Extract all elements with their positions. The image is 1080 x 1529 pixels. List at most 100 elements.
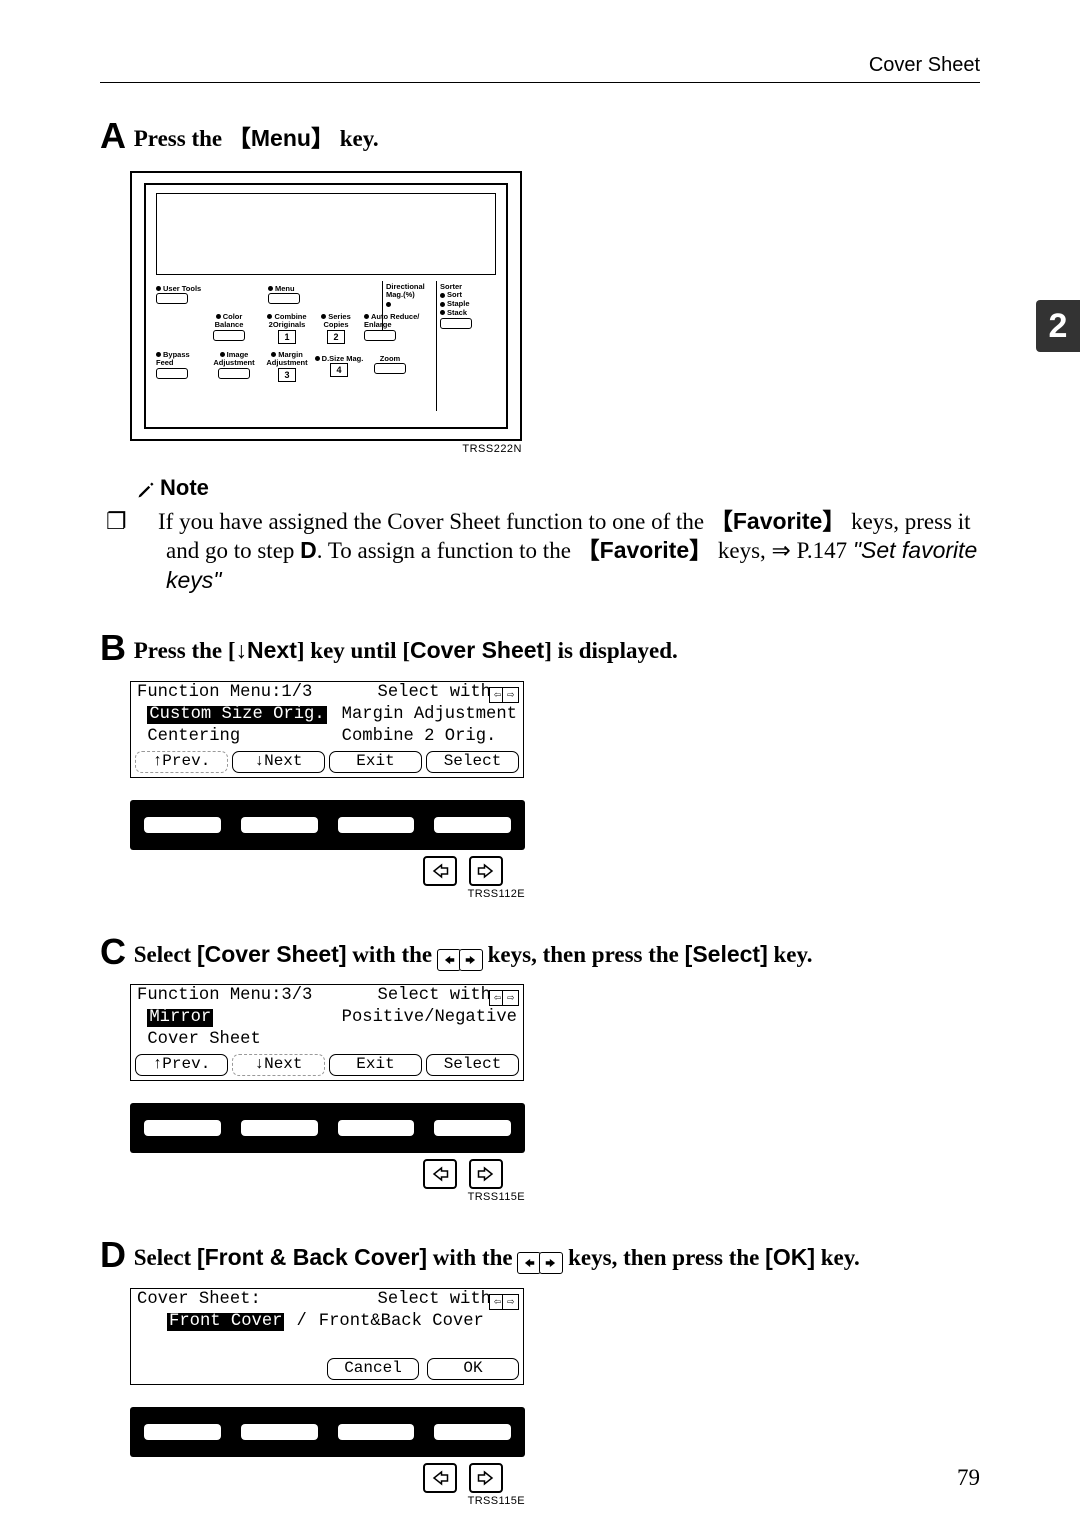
image-adj-button[interactable] xyxy=(218,368,250,379)
cover-sheet-bracket-label: [Cover Sheet] xyxy=(197,941,347,967)
lcd-b-select-soft[interactable]: Select xyxy=(426,751,519,773)
bypass-feed-button[interactable] xyxy=(156,368,188,379)
lcd-display-c: Function Menu:3/3 Select with⇦⇨ Mirror P… xyxy=(130,984,524,1081)
note-t4: keys, ⇒ P.147 xyxy=(712,538,853,563)
step-d: D Select [Front & Back Cover] with the k… xyxy=(100,1231,980,1507)
lcd-b-title-right: Select with⇦⇨ xyxy=(378,682,517,705)
favorite-key-label: Favorite xyxy=(733,508,822,534)
hard-button[interactable] xyxy=(144,817,221,833)
lcd-c-title-right: Select with⇦⇨ xyxy=(378,985,517,1008)
lcd-d-sep: / xyxy=(296,1311,306,1334)
hard-button[interactable] xyxy=(241,1424,318,1440)
lcd-b-r2-left: Centering xyxy=(147,727,240,746)
series-copies-label: Series Copies xyxy=(321,312,351,330)
hard-button[interactable] xyxy=(338,1424,415,1440)
step-d-mid1: with the xyxy=(427,1245,518,1270)
lcd-b-exit-soft[interactable]: Exit xyxy=(329,751,422,773)
note-step-ref: D xyxy=(300,537,317,563)
hard-button[interactable] xyxy=(241,1120,318,1136)
step-b-letter: B xyxy=(100,624,126,673)
step-b-post: ] is displayed. xyxy=(544,638,678,663)
lcd-d-ok-soft[interactable]: OK xyxy=(427,1358,519,1380)
sort-label: Sort xyxy=(447,290,462,299)
lcd-b-prev-soft[interactable]: ↑Prev. xyxy=(135,751,228,773)
right-arrow-icon xyxy=(459,949,483,971)
menu-button[interactable] xyxy=(268,293,300,304)
step-c-instruction: C Select [Cover Sheet] with the keys, th… xyxy=(100,928,980,977)
left-bracket-icon: 【 xyxy=(710,508,733,534)
zoom-button[interactable] xyxy=(374,363,406,374)
strip-d-code: TRSS115E xyxy=(130,1495,525,1507)
lcd-c-exit-soft[interactable]: Exit xyxy=(329,1054,422,1076)
page-number: 79 xyxy=(957,1465,980,1491)
hard-button[interactable] xyxy=(434,1424,511,1440)
numkey-4[interactable]: 4 xyxy=(330,363,348,377)
dsize-mag-label: D.Size Mag. xyxy=(322,354,364,363)
hard-button[interactable] xyxy=(434,817,511,833)
auto-reduce-enlarge-label: Auto Reduce/ Enlarge xyxy=(364,312,419,330)
color-balance-label: Color Balance xyxy=(215,312,244,330)
right-arrow-button[interactable] xyxy=(469,1463,503,1493)
left-arrow-button[interactable] xyxy=(423,1159,457,1189)
lcd-display-b: Function Menu:1/3 Select with⇦⇨ Custom S… xyxy=(130,681,524,778)
right-arrow-icon xyxy=(539,1252,563,1274)
stack-label: Stack xyxy=(447,308,467,317)
lcd-b-next-soft[interactable]: ↓Next xyxy=(232,751,325,773)
button-strip-c: TRSS115E xyxy=(130,1103,525,1203)
lcd-b-r1-left: Custom Size Orig. xyxy=(147,706,326,724)
user-tools-button[interactable] xyxy=(156,293,188,304)
lcd-c-prev-soft[interactable]: ↑Prev. xyxy=(135,1054,228,1076)
zoom-label: Zoom xyxy=(380,354,400,363)
step-b-pre: Press the [ xyxy=(134,638,236,663)
cover-sheet-key-label: Cover Sheet xyxy=(410,637,544,663)
numkey-2[interactable]: 2 xyxy=(327,330,345,344)
step-b-mid: ] key until [ xyxy=(297,638,410,663)
note-t3: . To assign a function to the xyxy=(317,538,577,563)
right-arrow-icon: ⇨ xyxy=(502,687,519,703)
hard-button[interactable] xyxy=(144,1120,221,1136)
ok-bracket-label: [OK] xyxy=(765,1244,815,1270)
step-b: B Press the [ ↓Next ] key until [Cover She… xyxy=(100,624,980,900)
lcd-b-r1-right: Margin Adjustment xyxy=(342,704,517,727)
staple-label: Staple xyxy=(447,299,470,308)
lcd-c-title-left: Function Menu:3/3 xyxy=(137,985,312,1008)
right-arrow-button[interactable] xyxy=(469,1159,503,1189)
margin-adj-label: Margin Adjustment xyxy=(266,350,307,368)
numkey-1[interactable]: 1 xyxy=(278,330,296,344)
hard-button[interactable] xyxy=(241,817,318,833)
lcd-d-title-left: Cover Sheet: xyxy=(137,1289,261,1312)
note-t1: If you have assigned the Cover Sheet fun… xyxy=(158,509,710,534)
lcd-c-next-soft[interactable]: ↓Next xyxy=(232,1054,325,1076)
hard-button[interactable] xyxy=(144,1424,221,1440)
left-arrow-icon xyxy=(437,949,461,971)
chapter-tab: 2 xyxy=(1036,300,1080,352)
left-arrow-button[interactable] xyxy=(423,856,457,886)
image-adj-label: Image Adjustment xyxy=(213,350,254,368)
step-d-letter: D xyxy=(100,1231,126,1280)
color-balance-button[interactable] xyxy=(213,330,245,341)
auto-reduce-button[interactable] xyxy=(364,330,396,341)
directional-mag-label: Directional Mag.(%) xyxy=(386,282,425,300)
step-d-post: key. xyxy=(815,1245,860,1270)
lcd-c-select-soft[interactable]: Select xyxy=(426,1054,519,1076)
numkey-3[interactable]: 3 xyxy=(278,368,296,382)
right-arrow-button[interactable] xyxy=(469,856,503,886)
next-key-label: Next xyxy=(247,637,297,663)
right-bracket-icon: 】 xyxy=(822,508,845,534)
left-bracket-icon: 【 xyxy=(577,537,600,563)
button-strip-b: TRSS112E xyxy=(130,800,525,900)
step-a-pre: Press the xyxy=(134,126,228,151)
left-arrow-button[interactable] xyxy=(423,1463,457,1493)
sorter-button[interactable] xyxy=(440,318,472,329)
combine-2orig-label: Combine 2Originals xyxy=(267,312,306,330)
left-arrow-icon xyxy=(517,1252,541,1274)
step-d-mid2: keys, then press the xyxy=(562,1245,765,1270)
page-header-label: Cover Sheet xyxy=(869,54,980,77)
step-c: C Select [Cover Sheet] with the keys, th… xyxy=(100,928,980,1204)
hard-button[interactable] xyxy=(338,817,415,833)
step-a-post: key. xyxy=(334,126,379,151)
hard-button[interactable] xyxy=(338,1120,415,1136)
strip-b-code: TRSS112E xyxy=(130,888,525,900)
hard-button[interactable] xyxy=(434,1120,511,1136)
lcd-d-cancel-soft[interactable]: Cancel xyxy=(327,1358,419,1380)
